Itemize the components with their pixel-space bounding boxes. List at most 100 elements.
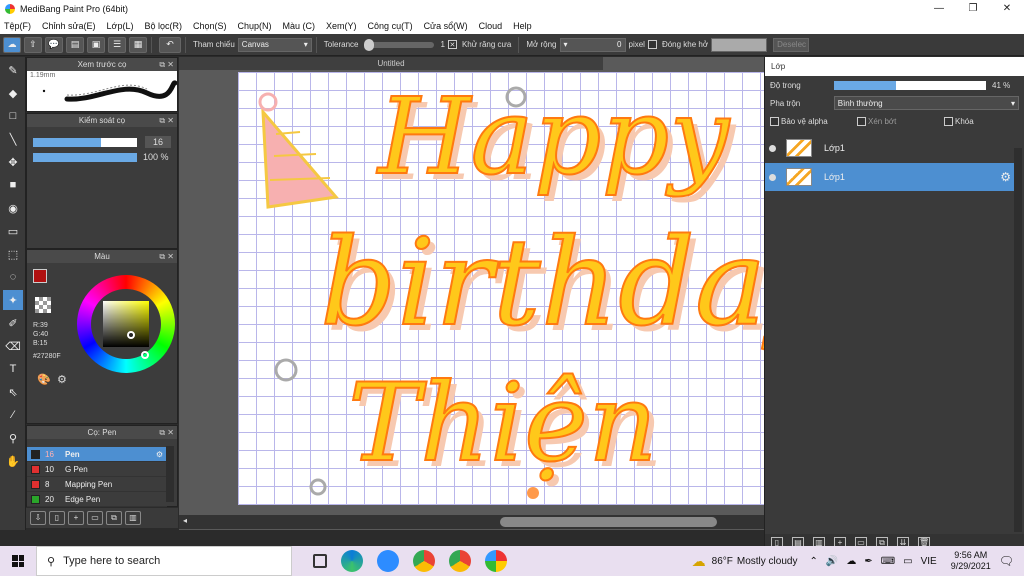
palette-settings-icon[interactable]: ⚙ [57,373,67,386]
copy-icon[interactable]: ⧉ [106,511,122,525]
menu-view[interactable]: Xem(Y) [326,21,357,31]
menu-layer[interactable]: Lớp(L) [107,21,134,31]
pen-tool-icon[interactable]: ╲ [3,129,23,149]
edge-browser-icon[interactable] [341,550,363,572]
brush-item-edge-pen[interactable]: 20 Edge Pen [27,492,167,507]
brush-size-slider[interactable] [33,137,137,147]
drawing-canvas[interactable]: Happy birthday Thiện [238,72,764,505]
brush-tool-icon[interactable]: ✎ [3,60,23,80]
select-eraser-tool-icon[interactable]: ⌫ [3,336,23,356]
move-tool-icon[interactable]: ✥ [3,152,23,172]
lock-checkbox[interactable] [944,116,953,126]
task-view-icon[interactable] [313,554,327,568]
list-icon[interactable]: ☰ [108,36,126,53]
brush-opacity-slider[interactable] [33,152,137,162]
download-icon[interactable]: ⇩ [30,511,46,525]
select-rect-tool-icon[interactable]: ⬚ [3,244,23,264]
tolerance-slider[interactable] [364,38,435,51]
scrollbar-thumb[interactable] [500,517,717,527]
grid-icon[interactable]: ▦ [129,36,147,53]
menu-select[interactable]: Chọn(S) [193,21,227,31]
foreground-color-swatch[interactable] [33,269,47,283]
language-indicator[interactable]: VIE [921,556,937,567]
layer-item[interactable]: Lớp1 ⚙ [765,163,1014,191]
pen-icon[interactable]: ✒ [864,556,872,567]
cloud-icon[interactable]: ☁ [3,36,21,53]
save-icon[interactable]: ▣ [87,36,105,53]
menu-color[interactable]: Màu (C) [283,21,316,31]
panel-buttons[interactable]: ⧉ ✕ [159,58,174,71]
operation-tool-icon[interactable]: ⇖ [3,382,23,402]
gear-icon[interactable]: ⚙ [1000,170,1011,184]
keyboard-icon[interactable]: ⌨ [881,556,895,567]
menu-edit[interactable]: Chỉnh sửa(E) [42,21,96,31]
medibang-app-icon[interactable] [485,550,507,572]
blend-select[interactable]: Bình thường ▾ [833,96,1019,110]
layer-item[interactable]: Lớp1 [765,134,1014,162]
panel-buttons[interactable]: ⧉ ✕ [159,250,174,263]
chevron-up-icon[interactable]: ⌃ [809,556,817,567]
layer-list-scrollbar[interactable] [1014,148,1022,532]
select-pen-tool-icon[interactable]: ✐ [3,313,23,333]
clock[interactable]: 9:56 AM 9/29/2021 [951,550,991,572]
canvas-horizontal-scrollbar[interactable]: ◂ [179,515,764,529]
bucket-tool-icon[interactable]: ◉ [3,198,23,218]
visibility-icon[interactable] [769,144,776,152]
hand-tool-icon[interactable]: ✋ [3,451,23,471]
hue-wheel[interactable] [77,275,175,373]
brush-item-pen[interactable]: 16 Pen ⚙ [27,447,167,462]
panel-buttons[interactable]: ⧉ ✕ [159,114,174,127]
expand-stepper[interactable]: ▾ 0 [559,37,626,52]
eyedropper-tool-icon[interactable]: ⚲ [3,428,23,448]
panel-buttons[interactable]: ⧉ ✕ [159,426,174,439]
saturation-value-square[interactable] [103,301,149,347]
fill-rect-tool-icon[interactable]: ■ [3,175,23,195]
chrome-icon[interactable] [413,550,435,572]
weather-temp[interactable]: 86°F [712,556,733,567]
brush-list-scrollbar[interactable] [166,446,174,502]
battery-icon[interactable]: ▭ [903,556,912,567]
protect-alpha-checkbox[interactable] [770,116,779,126]
color-cursor[interactable] [127,331,135,339]
cloud-sync-icon[interactable]: ☁ [846,556,856,567]
menu-snap[interactable]: Chụp(N) [238,21,272,31]
undo-icon[interactable]: ↶ [159,36,181,53]
folder-icon[interactable]: ▭ [87,511,103,525]
add-brush-icon[interactable]: + [68,511,84,525]
close-button[interactable]: ✕ [990,0,1024,17]
chrome-icon[interactable] [449,550,471,572]
magic-wand-tool-icon[interactable]: ✦ [3,290,23,310]
divide-tool-icon[interactable]: ⁄ [3,405,23,425]
visibility-icon[interactable] [769,173,776,181]
lasso-tool-icon[interactable]: ◌ [3,267,23,287]
brush-item-mapping-pen[interactable]: 8 Mapping Pen [27,477,167,492]
clipping-checkbox[interactable] [857,116,866,126]
scroll-left-icon[interactable]: ◂ [183,516,187,525]
hue-cursor[interactable] [141,351,149,359]
volume-icon[interactable]: 🔊 [826,556,838,567]
delete-icon[interactable]: ▥ [125,511,141,525]
transparent-color-icon[interactable] [35,297,51,313]
deselect-button[interactable]: Deselec [773,37,810,52]
taskbar-search[interactable]: ⚲ Type here to search [36,546,292,576]
eraser-tool-icon[interactable]: ◆ [3,83,23,103]
menu-filter[interactable]: Bộ lọc(R) [144,21,182,31]
maximize-button[interactable]: ❐ [956,0,990,17]
gear-icon[interactable]: ⚙ [156,450,163,459]
layer-opacity-slider[interactable] [834,80,986,90]
brush-item-g-pen[interactable]: 10 G Pen [27,462,167,477]
menu-window[interactable]: Cửa sổ(W) [424,21,468,31]
rectangle-tool-icon[interactable]: □ [3,106,23,126]
zoom-app-icon[interactable] [377,550,399,572]
reference-select[interactable]: Canvas ▾ [237,37,312,52]
palette-icon[interactable]: 🎨 [37,373,51,386]
text-tool-icon[interactable]: T [3,359,23,379]
menu-cloud[interactable]: Cloud [479,21,503,31]
document-tab[interactable]: Untitled [179,57,603,70]
brush-size-value[interactable]: 16 [145,136,171,148]
menu-tools[interactable]: Công cụ(T) [368,21,413,31]
minimize-button[interactable]: — [922,0,956,17]
menu-help[interactable]: Help [513,21,532,31]
close-gap-slider[interactable] [711,37,768,52]
new-brush-icon[interactable]: ▯ [49,511,65,525]
